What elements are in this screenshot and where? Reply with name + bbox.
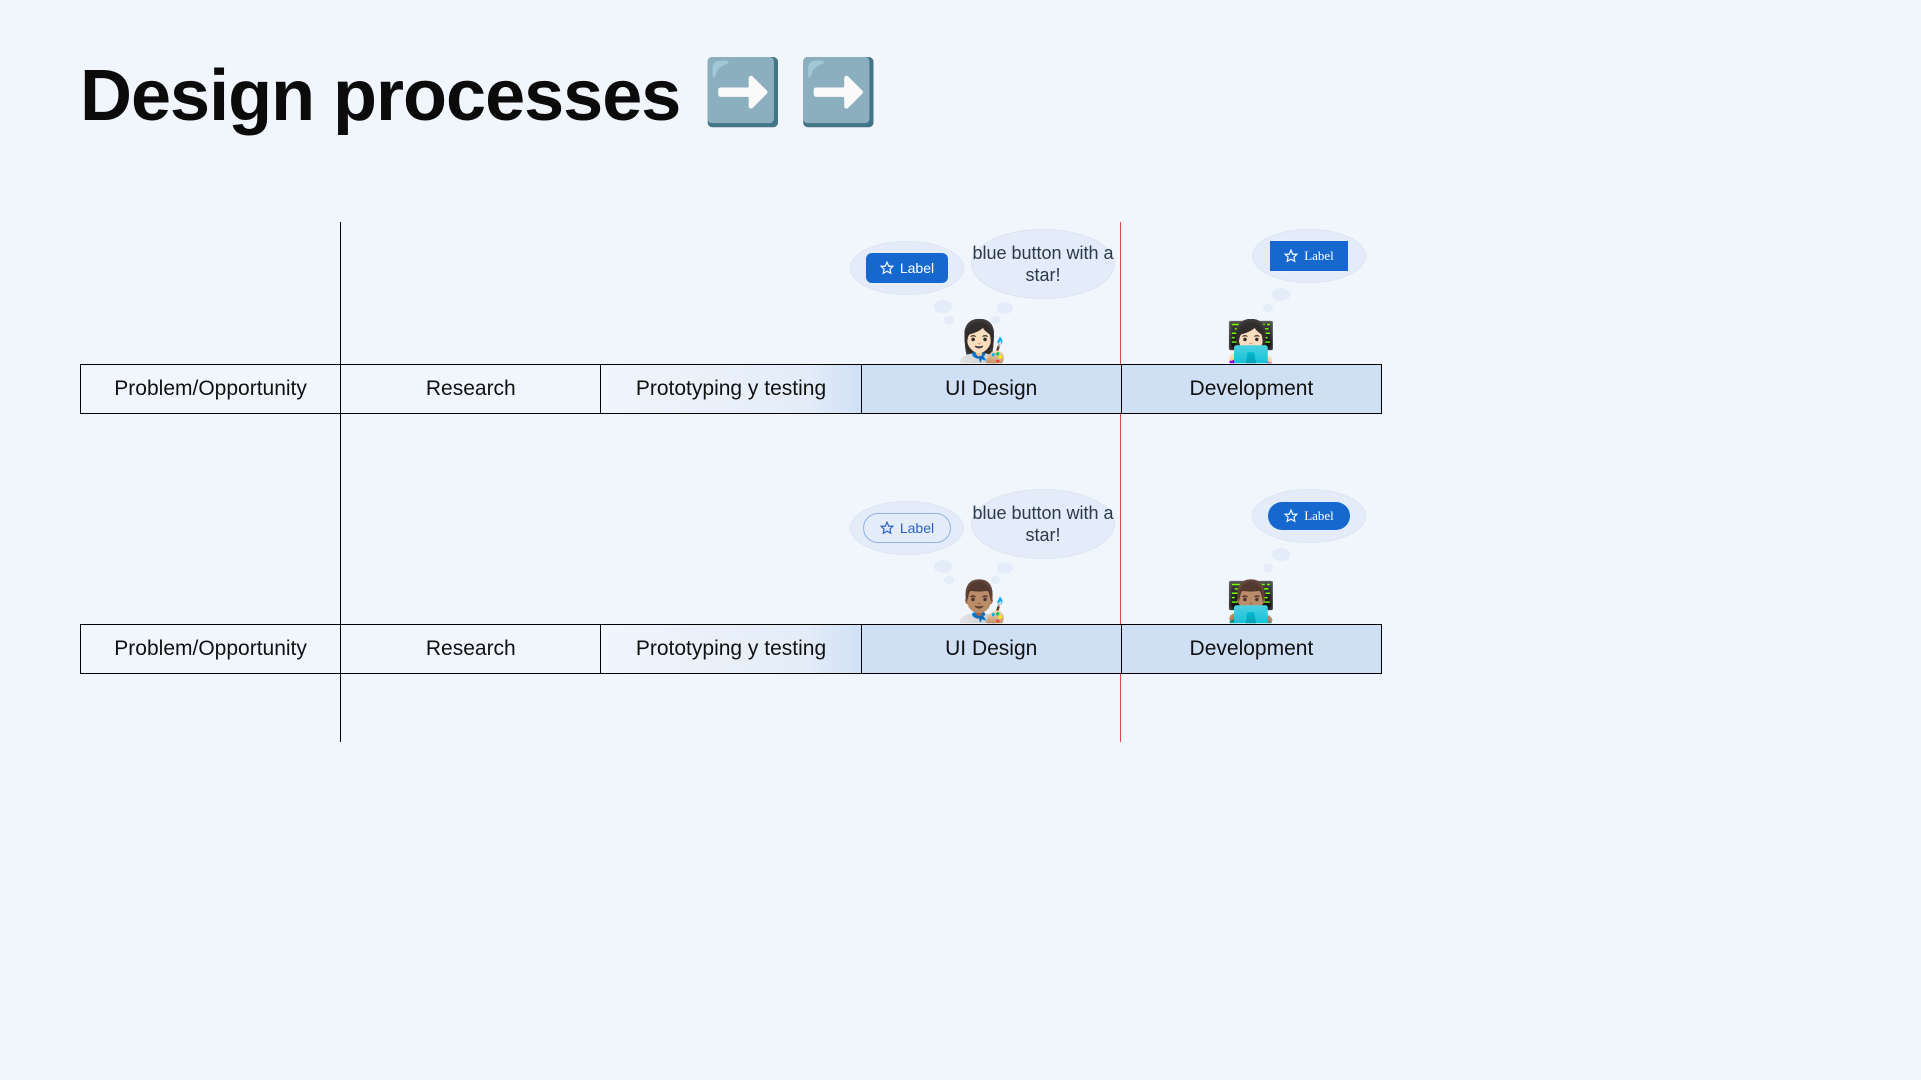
stage-cell: Prototyping y testing — [601, 625, 861, 673]
stage-label: UI Design — [945, 637, 1037, 661]
bubble-trail-dot — [997, 302, 1013, 314]
example-button-outline: Label — [863, 513, 951, 543]
bubble-trail-dot — [1263, 564, 1273, 572]
persona-developer-1: 👩🏻‍💻 — [1226, 318, 1276, 365]
button-label: Label — [1304, 508, 1334, 524]
bubble-trail-dot — [1263, 304, 1273, 312]
stage-label: Prototyping y testing — [636, 637, 826, 661]
bubble-trail-dot — [944, 316, 954, 324]
bubble-trail-dot — [944, 576, 954, 584]
stage-cell: UI Design — [862, 625, 1122, 673]
stage-label: Problem/Opportunity — [114, 637, 307, 661]
stage-label: Research — [426, 377, 516, 401]
thought-bubble-button-dev-2: Label — [1252, 489, 1366, 543]
slide-title-text: Design processes — [80, 56, 680, 136]
speech-text: blue button with a star! — [971, 502, 1115, 547]
thought-bubble-button-1: Label — [850, 241, 964, 295]
slide-canvas: Design processes ➡️ ➡️ Label blue button… — [0, 0, 1921, 1080]
stage-label: Development — [1190, 637, 1314, 661]
star-icon — [880, 261, 894, 275]
example-button-pill: Label — [1268, 502, 1350, 530]
process-bar-1: Problem/Opportunity Research Prototyping… — [80, 364, 1382, 414]
bubble-trail-dot — [997, 562, 1013, 574]
bubble-trail-dot — [1272, 288, 1290, 301]
arrow-emoji: ➡️ ➡️ — [703, 56, 877, 128]
persona-designer-2: 👨🏽‍🎨 — [957, 578, 1007, 625]
speech-bubble-1: blue button with a star! — [971, 229, 1115, 299]
stage-cell: Problem/Opportunity — [81, 625, 341, 673]
stage-label: Development — [1190, 377, 1314, 401]
stage-cell: Development — [1122, 625, 1381, 673]
bubble-trail-dot — [934, 560, 952, 573]
thought-bubble-button-2: Label — [850, 501, 964, 555]
speech-bubble-2: blue button with a star! — [971, 489, 1115, 559]
button-label: Label — [900, 260, 934, 276]
stage-label: Problem/Opportunity — [114, 377, 307, 401]
button-label: Label — [900, 520, 934, 536]
star-icon — [1284, 509, 1298, 523]
stage-cell: Prototyping y testing — [601, 365, 861, 413]
slide-title: Design processes ➡️ ➡️ — [80, 55, 877, 137]
button-label: Label — [1304, 248, 1334, 264]
stage-label: Prototyping y testing — [636, 377, 826, 401]
star-icon — [1284, 249, 1298, 263]
persona-developer-2: 👨🏽‍💻 — [1226, 578, 1276, 625]
stage-cell: Problem/Opportunity — [81, 365, 341, 413]
star-icon — [880, 521, 894, 535]
persona-designer-1: 👩🏻‍🎨 — [957, 318, 1007, 365]
stage-cell: UI Design — [862, 365, 1122, 413]
bubble-trail-dot — [934, 300, 952, 313]
example-button-square: Label — [1270, 241, 1348, 271]
stage-cell: Research — [341, 625, 601, 673]
stage-cell: Research — [341, 365, 601, 413]
bubble-trail-dot — [1272, 548, 1290, 561]
thought-bubble-button-dev-1: Label — [1252, 229, 1366, 283]
stage-label: UI Design — [945, 377, 1037, 401]
stage-label: Research — [426, 637, 516, 661]
process-bar-2: Problem/Opportunity Research Prototyping… — [80, 624, 1382, 674]
example-button-filled: Label — [866, 253, 948, 283]
stage-cell: Development — [1122, 365, 1381, 413]
speech-text: blue button with a star! — [971, 242, 1115, 287]
